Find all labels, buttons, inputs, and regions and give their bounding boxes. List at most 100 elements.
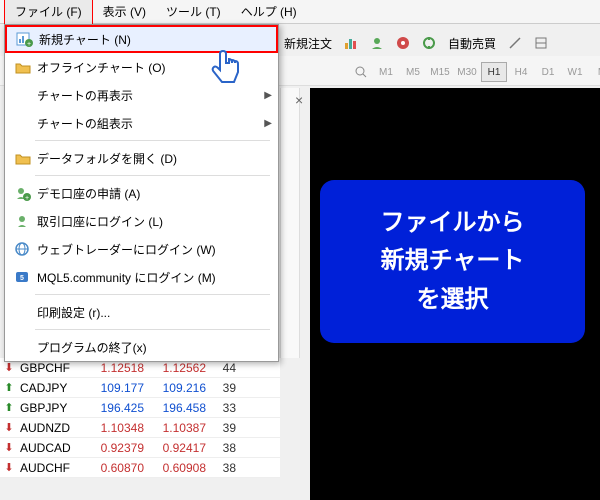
tf-mn[interactable]: M bbox=[589, 62, 600, 82]
submenu-arrow-icon: ▶ bbox=[264, 90, 272, 101]
menu-tools[interactable]: ツール (T) bbox=[156, 0, 231, 24]
symbol-name: AUDCAD bbox=[18, 441, 88, 455]
timeframe-bar: M1 M5 M15 M30 H1 H4 D1 W1 M bbox=[350, 60, 600, 84]
symbol-name: GBPJPY bbox=[18, 401, 88, 415]
line-tool-icon[interactable] bbox=[504, 32, 526, 54]
annotation-callout: ファイルから 新規チャート を選択 bbox=[320, 180, 585, 343]
file-menu-item[interactable]: 5 MQL5.community にログイン (M) bbox=[5, 263, 278, 291]
file-menu-item[interactable]: + 新規チャート (N) bbox=[5, 25, 278, 53]
menu-view[interactable]: 表示 (V) bbox=[93, 0, 156, 24]
arrow-down-icon: ⬇ bbox=[0, 441, 18, 454]
tf-d1[interactable]: D1 bbox=[535, 62, 561, 82]
menu-item-label: ウェブトレーダーにログイン (W) bbox=[35, 241, 272, 258]
tf-h1[interactable]: H1 bbox=[481, 62, 507, 82]
tf-m30[interactable]: M30 bbox=[454, 62, 480, 82]
login-icon bbox=[11, 211, 35, 231]
menu-item-label: MQL5.community にログイン (M) bbox=[35, 269, 272, 286]
chart-icon[interactable] bbox=[340, 32, 362, 54]
file-menu-item[interactable]: オフラインチャート (O) bbox=[5, 53, 278, 81]
spread-value: 44 bbox=[212, 361, 242, 375]
arrow-up-icon: ⬆ bbox=[0, 401, 18, 414]
submenu-arrow-icon: ▶ bbox=[264, 118, 272, 129]
spread-value: 39 bbox=[212, 421, 242, 435]
menu-item-label: 取引口座にログイン (L) bbox=[35, 213, 272, 230]
watchlist-row[interactable]: ⬆GBPJPY196.425196.45833 bbox=[0, 398, 280, 418]
close-icon[interactable]: × bbox=[295, 92, 303, 108]
file-menu-item[interactable]: データフォルダを開く (D) bbox=[5, 144, 278, 172]
chart-tool-icon[interactable] bbox=[530, 32, 552, 54]
menu-item-label: プログラムの終了(x) bbox=[35, 339, 272, 356]
zoom-icon[interactable] bbox=[350, 61, 372, 83]
menu-item-label: チャートの組表示 bbox=[35, 115, 264, 132]
bid-price: 196.425 bbox=[88, 401, 150, 415]
menu-item-label: データフォルダを開く (D) bbox=[35, 150, 272, 167]
menu-separator bbox=[35, 329, 270, 330]
menu-separator bbox=[35, 175, 270, 176]
file-menu-item[interactable]: ウェブトレーダーにログイン (W) bbox=[5, 235, 278, 263]
file-menu-item[interactable]: 取引口座にログイン (L) bbox=[5, 207, 278, 235]
mql5-icon: 5 bbox=[11, 267, 35, 287]
ask-price: 1.12562 bbox=[150, 361, 212, 375]
tf-w1[interactable]: W1 bbox=[562, 62, 588, 82]
file-menu-item[interactable]: 印刷設定 (r)... bbox=[5, 298, 278, 326]
profile-icon[interactable] bbox=[366, 32, 388, 54]
menu-file[interactable]: ファイル (F) bbox=[4, 0, 93, 25]
market-watch: ⬇GBPCHF1.125181.1256244⬆CADJPY109.177109… bbox=[0, 358, 280, 478]
symbol-name: GBPCHF bbox=[18, 361, 88, 375]
tf-h4[interactable]: H4 bbox=[508, 62, 534, 82]
symbol-name: AUDCHF bbox=[18, 461, 88, 475]
autotrade-button[interactable]: 自動売買 bbox=[444, 35, 500, 52]
arrow-down-icon: ⬇ bbox=[0, 421, 18, 434]
callout-line: 新規チャート bbox=[336, 242, 569, 280]
new-chart-icon: + bbox=[13, 29, 37, 49]
spread-value: 39 bbox=[212, 381, 242, 395]
menu-separator bbox=[35, 140, 270, 141]
arrow-down-icon: ⬇ bbox=[0, 461, 18, 474]
folder-icon bbox=[11, 148, 35, 168]
watchlist-row[interactable]: ⬇AUDNZD1.103481.1038739 bbox=[0, 418, 280, 438]
file-menu-item[interactable]: チャートの組表示▶ bbox=[5, 109, 278, 137]
tf-m5[interactable]: M5 bbox=[400, 62, 426, 82]
tf-m15[interactable]: M15 bbox=[427, 62, 453, 82]
blank-icon bbox=[11, 337, 35, 357]
watchlist-row[interactable]: ⬇AUDCAD0.923790.9241738 bbox=[0, 438, 280, 458]
callout-line: を選択 bbox=[336, 281, 569, 319]
tf-m1[interactable]: M1 bbox=[373, 62, 399, 82]
watchlist-row[interactable]: ⬆CADJPY109.177109.21639 bbox=[0, 378, 280, 398]
ask-price: 109.216 bbox=[150, 381, 212, 395]
options-icon[interactable] bbox=[418, 32, 440, 54]
toolbar: 新規注文 自動売買 bbox=[280, 28, 552, 58]
symbol-name: CADJPY bbox=[18, 381, 88, 395]
blank-icon bbox=[11, 113, 35, 133]
ask-price: 196.458 bbox=[150, 401, 212, 415]
bid-price: 109.177 bbox=[88, 381, 150, 395]
menu-separator bbox=[35, 294, 270, 295]
svg-text:+: + bbox=[25, 195, 29, 201]
ask-price: 0.92417 bbox=[150, 441, 212, 455]
menu-item-label: 印刷設定 (r)... bbox=[35, 304, 272, 321]
blank-icon bbox=[11, 85, 35, 105]
spread-value: 38 bbox=[212, 441, 242, 455]
arrow-down-icon: ⬇ bbox=[0, 361, 18, 374]
demo-icon: + bbox=[11, 183, 35, 203]
nav-panel bbox=[280, 88, 300, 358]
svg-text:5: 5 bbox=[20, 275, 24, 282]
menubar: ファイル (F) 表示 (V) ツール (T) ヘルプ (H) bbox=[0, 0, 600, 24]
arrow-up-icon: ⬆ bbox=[0, 381, 18, 394]
expert-icon[interactable] bbox=[392, 32, 414, 54]
new-order-button[interactable]: 新規注文 bbox=[280, 35, 336, 52]
blank-icon bbox=[11, 302, 35, 322]
bid-price: 1.12518 bbox=[88, 361, 150, 375]
svg-text:+: + bbox=[27, 41, 31, 47]
bid-price: 0.60870 bbox=[88, 461, 150, 475]
menu-help[interactable]: ヘルプ (H) bbox=[231, 0, 307, 24]
menu-item-label: デモ口座の申請 (A) bbox=[35, 185, 272, 202]
menu-item-label: オフラインチャート (O) bbox=[35, 59, 272, 76]
file-dropdown: +新規チャート (N)オフラインチャート (O)チャートの再表示▶チャートの組表… bbox=[4, 24, 279, 362]
watchlist-row[interactable]: ⬇AUDCHF0.608700.6090838 bbox=[0, 458, 280, 478]
folder-icon bbox=[11, 57, 35, 77]
file-menu-item[interactable]: + デモ口座の申請 (A) bbox=[5, 179, 278, 207]
menu-item-label: 新規チャート (N) bbox=[37, 31, 270, 48]
file-menu-item[interactable]: プログラムの終了(x) bbox=[5, 333, 278, 361]
file-menu-item[interactable]: チャートの再表示▶ bbox=[5, 81, 278, 109]
